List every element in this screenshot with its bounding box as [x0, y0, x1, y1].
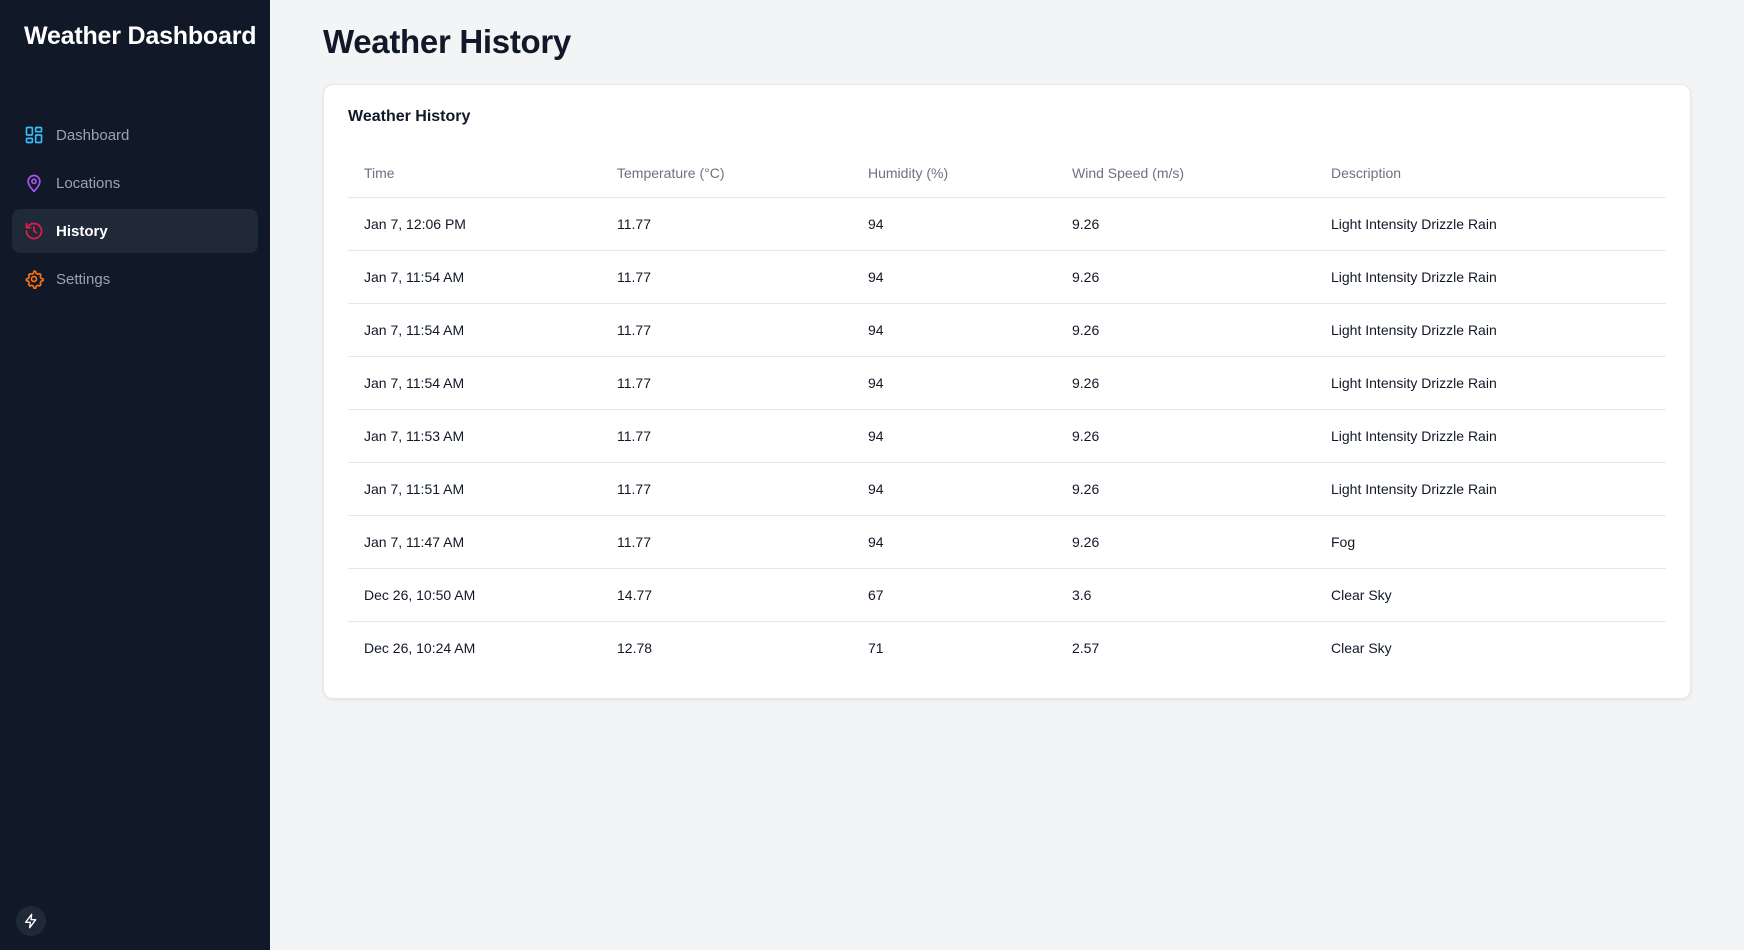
- page-title: Weather History: [323, 23, 571, 60]
- cell-wind-speed: 9.26: [1056, 197, 1315, 251]
- column-header-temperature: Temperature (°C): [601, 149, 852, 198]
- sidebar-item-history[interactable]: History: [12, 209, 258, 253]
- cell-time: Jan 7, 11:51 AM: [348, 462, 601, 516]
- table-row: Dec 26, 10:24 AM 12.78 71 2.57 Clear Sky: [348, 621, 1666, 674]
- cell-description: Clear Sky: [1331, 639, 1392, 656]
- cell-time: Jan 7, 11:53 AM: [348, 409, 601, 463]
- main-content: Weather History Weather History Time Tem…: [270, 0, 1744, 950]
- app-title: Weather Dashboard: [24, 22, 257, 50]
- sidebar-item-label: Dashboard: [56, 126, 130, 144]
- cell-description: Light Intensity Drizzle Rain: [1315, 303, 1666, 357]
- cell-description: Light Intensity Drizzle Rain: [1315, 409, 1666, 463]
- cell-description: Light Intensity Drizzle Rain: [1315, 356, 1666, 410]
- cell-wind-speed: 9.26: [1056, 515, 1315, 569]
- cell-temperature: 11.77: [601, 515, 852, 569]
- table-row: Dec 26, 10:50 AM 14.77 67 3.6 Clear Sky: [348, 568, 1666, 622]
- dashboard-icon: [24, 125, 44, 145]
- sidebar-item-settings[interactable]: Settings: [12, 257, 258, 301]
- cell-temperature: 12.78: [617, 639, 653, 656]
- cell-humidity: 94: [852, 515, 1056, 569]
- cell-wind-speed: 9.26: [1056, 409, 1315, 463]
- column-header-time: Time: [348, 149, 601, 198]
- weather-history-card: Weather History Time Temperature (°C) Hu…: [323, 84, 1691, 699]
- cell-description: Light Intensity Drizzle Rain: [1315, 462, 1666, 516]
- cell-humidity: 67: [852, 568, 1056, 622]
- cell-temperature: 11.77: [601, 462, 852, 516]
- sidebar-item-label: History: [56, 222, 108, 240]
- cell-temperature: 11.77: [601, 409, 852, 463]
- weather-history-table: Time Temperature (°C) Humidity (%) Wind …: [348, 149, 1666, 674]
- cell-time: Dec 26, 10:50 AM: [348, 568, 601, 622]
- cell-humidity: 94: [852, 462, 1056, 516]
- cell-description: Fog: [1315, 515, 1666, 569]
- cell-humidity: 71: [868, 639, 884, 656]
- map-pin-icon: [24, 173, 44, 193]
- column-header-description: Description: [1315, 149, 1666, 198]
- sidebar-item-dashboard[interactable]: Dashboard: [12, 113, 258, 157]
- bolt-button[interactable]: [16, 906, 46, 936]
- gear-icon: [24, 269, 44, 289]
- sidebar-item-locations[interactable]: Locations: [12, 161, 258, 205]
- column-header-humidity: Humidity (%): [852, 149, 1056, 198]
- cell-wind-speed: 9.26: [1056, 356, 1315, 410]
- cell-humidity: 94: [852, 250, 1056, 304]
- table-row: Jan 7, 11:54 AM 11.77 94 9.26 Light Inte…: [348, 356, 1666, 410]
- cell-wind-speed: 9.26: [1056, 462, 1315, 516]
- column-header-wind-speed: Wind Speed (m/s): [1056, 149, 1315, 198]
- table-header-row: Time Temperature (°C) Humidity (%) Wind …: [348, 149, 1666, 198]
- cell-time: Jan 7, 11:54 AM: [348, 356, 601, 410]
- bolt-icon: [23, 913, 39, 929]
- cell-wind-speed: 3.6: [1056, 568, 1315, 622]
- sidebar-nav: Dashboard Locations History Settings: [12, 113, 258, 305]
- history-icon: [24, 221, 44, 241]
- cell-time: Jan 7, 11:54 AM: [348, 303, 601, 357]
- sidebar: Weather Dashboard Dashboard Locations Hi…: [0, 0, 270, 950]
- table-row: Jan 7, 11:47 AM 11.77 94 9.26 Fog: [348, 515, 1666, 569]
- cell-time: Jan 7, 11:54 AM: [348, 250, 601, 304]
- table-row: Jan 7, 11:54 AM 11.77 94 9.26 Light Inte…: [348, 303, 1666, 357]
- cell-temperature: 14.77: [601, 568, 852, 622]
- cell-humidity: 94: [852, 197, 1056, 251]
- table-row: Jan 7, 11:54 AM 11.77 94 9.26 Light Inte…: [348, 250, 1666, 304]
- cell-description: Light Intensity Drizzle Rain: [1315, 197, 1666, 251]
- cell-temperature: 11.77: [601, 356, 852, 410]
- cell-humidity: 94: [852, 409, 1056, 463]
- cell-humidity: 94: [852, 356, 1056, 410]
- cell-humidity: 94: [852, 303, 1056, 357]
- cell-time: Dec 26, 10:24 AM: [364, 639, 476, 656]
- cell-wind-speed: 9.26: [1056, 250, 1315, 304]
- cell-temperature: 11.77: [601, 197, 852, 251]
- cell-time: Jan 7, 11:47 AM: [348, 515, 601, 569]
- card-title: Weather History: [348, 108, 471, 125]
- cell-time: Jan 7, 12:06 PM: [348, 197, 601, 251]
- table-row: Jan 7, 11:51 AM 11.77 94 9.26 Light Inte…: [348, 462, 1666, 516]
- sidebar-item-label: Locations: [56, 174, 121, 192]
- cell-description: Light Intensity Drizzle Rain: [1315, 250, 1666, 304]
- cell-wind-speed: 2.57: [1072, 639, 1100, 656]
- cell-temperature: 11.77: [601, 303, 852, 357]
- sidebar-item-label: Settings: [56, 270, 111, 288]
- table-row: Jan 7, 11:53 AM 11.77 94 9.26 Light Inte…: [348, 409, 1666, 463]
- app: Weather Dashboard Dashboard Locations Hi…: [0, 0, 1744, 950]
- cell-temperature: 11.77: [601, 250, 852, 304]
- cell-wind-speed: 9.26: [1056, 303, 1315, 357]
- cell-description: Clear Sky: [1315, 568, 1666, 622]
- table-row: Jan 7, 12:06 PM 11.77 94 9.26 Light Inte…: [348, 197, 1666, 251]
